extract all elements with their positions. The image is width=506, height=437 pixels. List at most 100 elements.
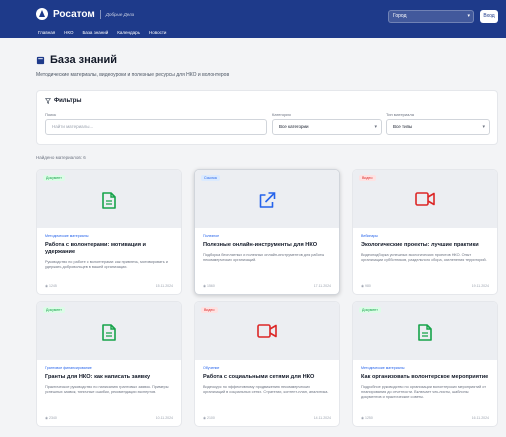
card-title[interactable]: Полезные онлайн-инструменты для НКО	[203, 242, 331, 249]
main-nav: Главная НКО База знаний Календарь Новост…	[38, 30, 166, 35]
card-footer: ◉ 1245 15.11.2024	[45, 284, 173, 288]
type-select-value: Все типы	[393, 124, 413, 129]
category-select[interactable]: Все категории ▾	[272, 119, 382, 135]
card-body: Полезное Полезные онлайн-инструменты для…	[195, 228, 339, 294]
card-title[interactable]: Работа с волонтерами: мотивация и удержа…	[45, 242, 173, 256]
card-views-value: 1245	[49, 284, 57, 288]
card-views-value: 2100	[207, 416, 215, 420]
card-category: Методические материалы	[361, 366, 405, 370]
type-badge: Видео	[201, 307, 218, 313]
material-card[interactable]: Видео Обучение Работа с социальными сетя…	[194, 301, 340, 427]
nav-item-knowledge-base[interactable]: База знаний	[82, 30, 108, 35]
card-date: 15.11.2024	[155, 284, 173, 288]
search-label: Поиск	[45, 112, 57, 117]
external-link-icon	[259, 192, 276, 208]
document-icon	[418, 324, 432, 341]
card-preview: Видео	[353, 170, 497, 228]
card-views: ◉ 1560	[203, 284, 215, 288]
document-icon	[102, 324, 116, 341]
card-body: Грантовое финансирование Гранты для НКО:…	[37, 360, 181, 426]
card-body: Вебинары Экологические проекты: лучшие п…	[353, 228, 497, 294]
category-select-value: Все категории	[279, 124, 309, 129]
card-date: 14.11.2024	[313, 416, 331, 420]
card-category: Полезное	[203, 234, 220, 238]
card-date: 10.11.2024	[155, 416, 173, 420]
material-card[interactable]: Видео Вебинары Экологические проекты: лу…	[352, 169, 498, 295]
top-header: Росатом Добрые Дела Город ▾ Вход Главная…	[0, 0, 506, 38]
card-views: ◉ 2100	[203, 416, 215, 420]
results-count: Найдено материалов: 6	[36, 155, 86, 160]
filters-panel: Фильтры Поиск Найти материалы... Категор…	[36, 90, 498, 145]
card-views-value: 980	[365, 284, 371, 288]
nav-item-nko[interactable]: НКО	[64, 30, 73, 35]
chevron-down-icon: ▾	[467, 13, 470, 19]
card-preview: Ссылка	[195, 170, 339, 228]
card-description: Видеоподборка успешных экологических про…	[361, 253, 487, 262]
card-title[interactable]: Как организовать волонтерское мероприяти…	[361, 374, 489, 381]
card-description: Руководство по работе с волонтерами: как…	[45, 260, 168, 269]
logo-divider	[99, 9, 101, 19]
card-title[interactable]: Работа с социальными сетями для НКО	[203, 374, 331, 381]
card-date: 17.11.2024	[313, 284, 331, 288]
book-icon	[36, 56, 45, 64]
logo[interactable]: Росатом Добрые Дела	[36, 8, 134, 20]
card-category: Методические материалы	[45, 234, 89, 238]
video-camera-icon	[415, 192, 435, 206]
type-badge: Документ	[43, 175, 65, 181]
card-body: Методические материалы Как организовать …	[353, 360, 497, 426]
chevron-down-icon: ▾	[374, 124, 377, 130]
document-icon	[102, 192, 116, 209]
card-footer: ◉ 980 19.11.2024	[361, 284, 489, 288]
card-views: ◉ 980	[361, 284, 371, 288]
material-card[interactable]: Ссылка Полезное Полезные онлайн-инструме…	[194, 169, 340, 295]
material-card[interactable]: Документ Методические материалы Работа с…	[36, 169, 182, 295]
search-input[interactable]: Найти материалы...	[45, 119, 267, 135]
nav-item-news[interactable]: Новости	[149, 30, 166, 35]
type-badge: Документ	[359, 307, 381, 313]
card-description: Практическое руководство по написанию гр…	[45, 385, 169, 394]
chevron-down-icon: ▾	[482, 124, 485, 130]
card-title[interactable]: Гранты для НКО: как написать заявку	[45, 374, 173, 381]
card-category: Вебинары	[361, 234, 378, 238]
city-select[interactable]: Город ▾	[388, 10, 474, 23]
search-placeholder: Найти материалы...	[52, 124, 94, 129]
material-card[interactable]: Документ Методические материалы Как орга…	[352, 301, 498, 427]
card-description: Видеокурс по эффективному продвижению не…	[203, 385, 329, 394]
page-title: База знаний	[50, 54, 118, 66]
card-category: Грантовое финансирование	[45, 366, 92, 370]
type-badge: Видео	[359, 175, 376, 181]
card-description: Подборка бесплатных и полезных онлайн-ин…	[203, 253, 325, 262]
card-views-value: 2340	[49, 416, 57, 420]
video-camera-icon	[257, 324, 277, 338]
card-footer: ◉ 2340 10.11.2024	[45, 416, 173, 420]
type-badge: Ссылка	[201, 175, 220, 181]
page-heading: База знаний	[36, 54, 117, 66]
card-footer: ◉ 2100 14.11.2024	[203, 416, 331, 420]
card-footer: ◉ 1250 16.11.2024	[361, 416, 489, 420]
card-views: ◉ 1245	[45, 284, 57, 288]
login-button[interactable]: Вход	[480, 10, 498, 23]
logo-subtitle: Добрые Дела	[105, 11, 135, 17]
nav-item-home[interactable]: Главная	[38, 30, 55, 35]
card-description: Подробное руководство по организации вол…	[361, 385, 487, 399]
filters-header: Фильтры	[45, 98, 82, 104]
card-preview: Видео	[195, 302, 339, 360]
card-title[interactable]: Экологические проекты: лучшие практики	[361, 242, 489, 249]
card-views: ◉ 1250	[361, 416, 373, 420]
card-preview: Документ	[353, 302, 497, 360]
card-views: ◉ 2340	[45, 416, 57, 420]
card-preview: Документ	[37, 170, 181, 228]
card-views-value: 1560	[207, 284, 215, 288]
card-footer: ◉ 1560 17.11.2024	[203, 284, 331, 288]
logo-text: Росатом	[53, 8, 95, 20]
type-select[interactable]: Все типы ▾	[386, 119, 490, 135]
card-date: 19.11.2024	[471, 284, 489, 288]
card-date: 16.11.2024	[471, 416, 489, 420]
card-category: Обучение	[203, 366, 220, 370]
type-label: Тип материала	[386, 112, 414, 117]
nav-item-calendar[interactable]: Календарь	[117, 30, 140, 35]
card-body: Обучение Работа с социальными сетями для…	[195, 360, 339, 426]
filter-icon	[45, 98, 51, 104]
material-card[interactable]: Документ Грантовое финансирование Гранты…	[36, 301, 182, 427]
rosatom-logo-icon	[36, 8, 48, 20]
